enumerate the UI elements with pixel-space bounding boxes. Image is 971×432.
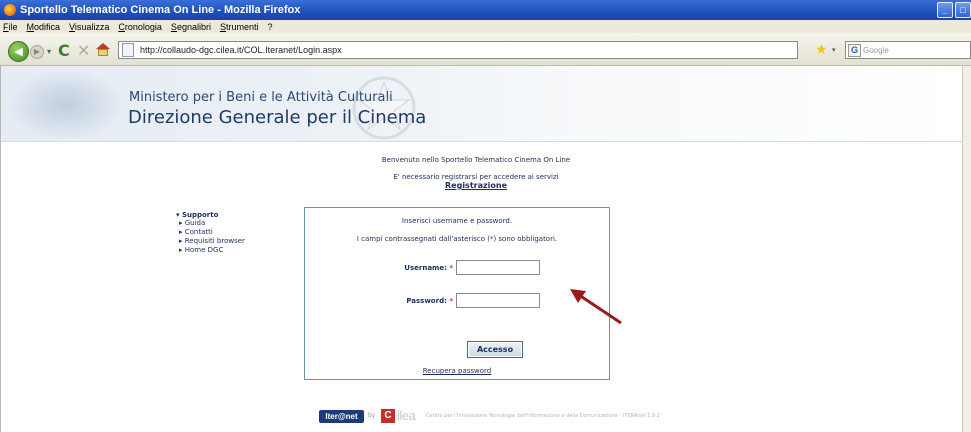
cilea-logo: C ilea	[381, 408, 416, 423]
ministry-name: Ministero per i Beni e le Attività Cultu…	[129, 90, 393, 105]
menu-file[interactable]: File	[3, 22, 18, 32]
accesso-button[interactable]: Accesso	[467, 341, 523, 358]
page-header: Ministero per i Beni e le Attività Cultu…	[1, 66, 962, 142]
window-controls: _ □	[937, 2, 971, 18]
cilea-logo-word: ilea	[397, 408, 416, 423]
support-item-home-dgc[interactable]: ▸ Home DGC	[176, 246, 245, 255]
firefox-icon	[4, 4, 16, 16]
welcome-text: Benvenuto nello Sportello Telematico Cin…	[381, 156, 571, 164]
support-item-contatti[interactable]: ▸ Contatti	[176, 228, 245, 237]
republic-emblem-icon	[352, 76, 416, 140]
search-bar[interactable]: G Google	[845, 41, 971, 59]
password-input[interactable]	[456, 293, 540, 308]
maximize-button[interactable]: □	[955, 2, 971, 18]
required-asterisk: *	[449, 264, 453, 272]
menu-bar: File Modifica Visualizza Cronologia Segn…	[0, 20, 971, 33]
stop-button[interactable]: ✕	[77, 41, 90, 60]
password-label: Password: *	[406, 297, 453, 305]
menu-strumenti[interactable]: Strumenti	[220, 22, 259, 32]
menu-cronologia[interactable]: Cronologia	[118, 22, 162, 32]
menu-modifica[interactable]: Modifica	[27, 22, 61, 32]
page-icon	[122, 43, 134, 57]
reload-button[interactable]: C	[58, 41, 70, 60]
support-heading[interactable]: ▾ Supporto	[176, 211, 245, 219]
vertical-scrollbar[interactable]	[962, 66, 971, 432]
back-button[interactable]: ◀	[8, 41, 29, 62]
menu-segnalibri[interactable]: Segnalibri	[171, 22, 211, 32]
address-bar[interactable]: http://collaudo-dgc.cilea.it/COL.Iterane…	[118, 41, 798, 59]
recover-password-link[interactable]: Recupera password	[305, 367, 609, 375]
page-content: Ministero per i Beni e le Attività Cultu…	[0, 66, 962, 432]
username-input[interactable]	[456, 260, 540, 275]
history-dropdown-icon[interactable]: ▾	[47, 47, 51, 56]
annotation-arrow-icon	[570, 289, 622, 325]
search-placeholder: Google	[863, 45, 889, 55]
search-engine-icon[interactable]: G	[848, 43, 861, 57]
required-asterisk: *	[449, 297, 453, 305]
bookmark-dropdown-icon[interactable]: ▾	[832, 46, 836, 54]
menu-help[interactable]: ?	[268, 22, 273, 32]
iteronet-logo: Iter@net	[319, 410, 364, 423]
forward-button[interactable]: ▶	[30, 45, 44, 59]
window-title: Sportello Telematico Cinema On Line - Mo…	[20, 4, 301, 16]
footer-credits: Centro per l'Innovazione Tecnologie dell…	[426, 413, 660, 419]
login-instruction: Inserisci username e password.	[401, 217, 513, 225]
required-fields-note: I campi contrassegnati dall'asterisco (*…	[356, 235, 558, 243]
address-url: http://collaudo-dgc.cilea.it/COL.Iterane…	[140, 45, 342, 55]
support-item-guida[interactable]: ▸ Guida	[176, 219, 245, 228]
navigation-toolbar: ◀ ▶ ▾ C ✕ http://collaudo-dgc.cilea.it/C…	[0, 33, 971, 66]
direzione-name: Direzione Generale per il Cinema	[128, 107, 427, 128]
bookmark-star-icon[interactable]: ★	[815, 42, 828, 58]
cilea-logo-mark: C	[381, 408, 395, 423]
globe-graphic	[11, 71, 121, 139]
support-menu: ▾ Supporto ▸ Guida ▸ Contatti ▸ Requisit…	[176, 211, 245, 255]
home-button[interactable]	[96, 43, 110, 56]
minimize-button[interactable]: _	[937, 2, 953, 18]
username-label: Username: *	[404, 264, 453, 272]
window-titlebar: Sportello Telematico Cinema On Line - Mo…	[0, 0, 971, 20]
page-footer: Iter@net by C ilea Centro per l'Innovazi…	[1, 396, 962, 432]
menu-visualizza[interactable]: Visualizza	[69, 22, 109, 32]
registration-link[interactable]: Registrazione	[301, 181, 651, 190]
registration-note: E' necessario registrarsi per accedere a…	[393, 173, 559, 181]
by-text: by	[368, 412, 376, 419]
support-item-requisiti-browser[interactable]: ▸ Requisiti browser	[176, 237, 245, 246]
